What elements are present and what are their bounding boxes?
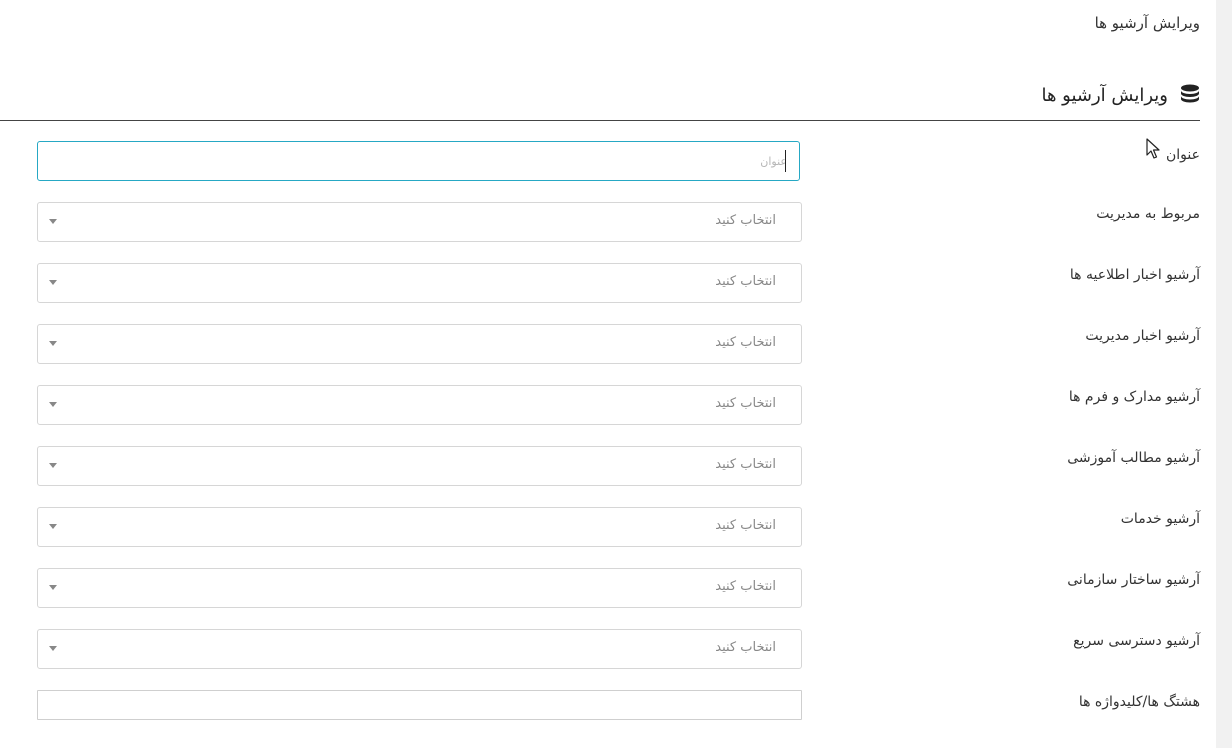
form-row-title: عنوان <box>37 141 1200 181</box>
form-row-quick-access: آرشیو دسترسی سریع انتخاب کنید <box>37 629 1200 669</box>
chevron-down-icon <box>49 341 57 346</box>
breadcrumb: ویرایش آرشیو ها <box>1094 14 1200 32</box>
mouse-pointer-icon <box>1146 138 1160 164</box>
select-value: انتخاب کنید <box>715 518 776 533</box>
select-value: انتخاب کنید <box>715 640 776 655</box>
documents-forms-select[interactable]: انتخاب کنید <box>37 385 802 425</box>
educational-label: آرشیو مطالب آموزشی <box>1067 450 1200 466</box>
section-header: ویرایش آرشیو ها <box>1041 84 1200 106</box>
select-value: انتخاب کنید <box>715 396 776 411</box>
tags-label: هشتگ ها/کلیدواژه ها <box>1078 694 1200 710</box>
form-row-tags: هشتگ ها/کلیدواژه ها <box>37 690 1200 730</box>
select-value: انتخاب کنید <box>715 457 776 472</box>
section-divider <box>0 120 1200 121</box>
services-select[interactable]: انتخاب کنید <box>37 507 802 547</box>
news-announcements-select[interactable]: انتخاب کنید <box>37 263 802 303</box>
form-row-management-news: آرشیو اخبار مدیریت انتخاب کنید <box>37 324 1200 364</box>
page-scrollbar[interactable] <box>1216 0 1232 748</box>
form-row-management: مربوط به مدیریت انتخاب کنید <box>37 202 1200 242</box>
form-row-org-structure: آرشیو ساختار سازمانی انتخاب کنید <box>37 568 1200 608</box>
chevron-down-icon <box>49 219 57 224</box>
chevron-down-icon <box>49 280 57 285</box>
select-value: انتخاب کنید <box>715 274 776 289</box>
form-row-educational: آرشیو مطالب آموزشی انتخاب کنید <box>37 446 1200 486</box>
select-value: انتخاب کنید <box>715 213 776 228</box>
select-value: انتخاب کنید <box>715 335 776 350</box>
chevron-down-icon <box>49 463 57 468</box>
chevron-down-icon <box>49 646 57 651</box>
text-caret <box>785 150 786 172</box>
section-title: ویرایش آرشیو ها <box>1041 84 1168 106</box>
org-structure-select[interactable]: انتخاب کنید <box>37 568 802 608</box>
chevron-down-icon <box>49 402 57 407</box>
educational-select[interactable]: انتخاب کنید <box>37 446 802 486</box>
edit-archive-page: ویرایش آرشیو ها ویرایش آرشیو ها عنوان مر… <box>0 0 1232 748</box>
org-structure-label: آرشیو ساختار سازمانی <box>1067 572 1200 588</box>
database-icon <box>1180 84 1200 106</box>
title-input[interactable] <box>37 141 800 181</box>
form-row-news-announcements: آرشیو اخبار اطلاعیه ها انتخاب کنید <box>37 263 1200 303</box>
management-label: مربوط به مدیریت <box>1096 206 1200 222</box>
documents-forms-label: آرشیو مدارک و فرم ها <box>1068 389 1200 405</box>
chevron-down-icon <box>49 585 57 590</box>
management-news-select[interactable]: انتخاب کنید <box>37 324 802 364</box>
quick-access-select[interactable]: انتخاب کنید <box>37 629 802 669</box>
form-row-documents-forms: آرشیو مدارک و فرم ها انتخاب کنید <box>37 385 1200 425</box>
news-announcements-label: آرشیو اخبار اطلاعیه ها <box>1069 267 1200 283</box>
select-value: انتخاب کنید <box>715 579 776 594</box>
management-news-label: آرشیو اخبار مدیریت <box>1085 328 1200 344</box>
services-label: آرشیو خدمات <box>1120 511 1200 527</box>
quick-access-label: آرشیو دسترسی سریع <box>1073 633 1200 649</box>
chevron-down-icon <box>49 524 57 529</box>
tags-input[interactable] <box>37 690 802 720</box>
title-label: عنوان <box>1166 147 1200 163</box>
management-select[interactable]: انتخاب کنید <box>37 202 802 242</box>
form-row-services: آرشیو خدمات انتخاب کنید <box>37 507 1200 547</box>
